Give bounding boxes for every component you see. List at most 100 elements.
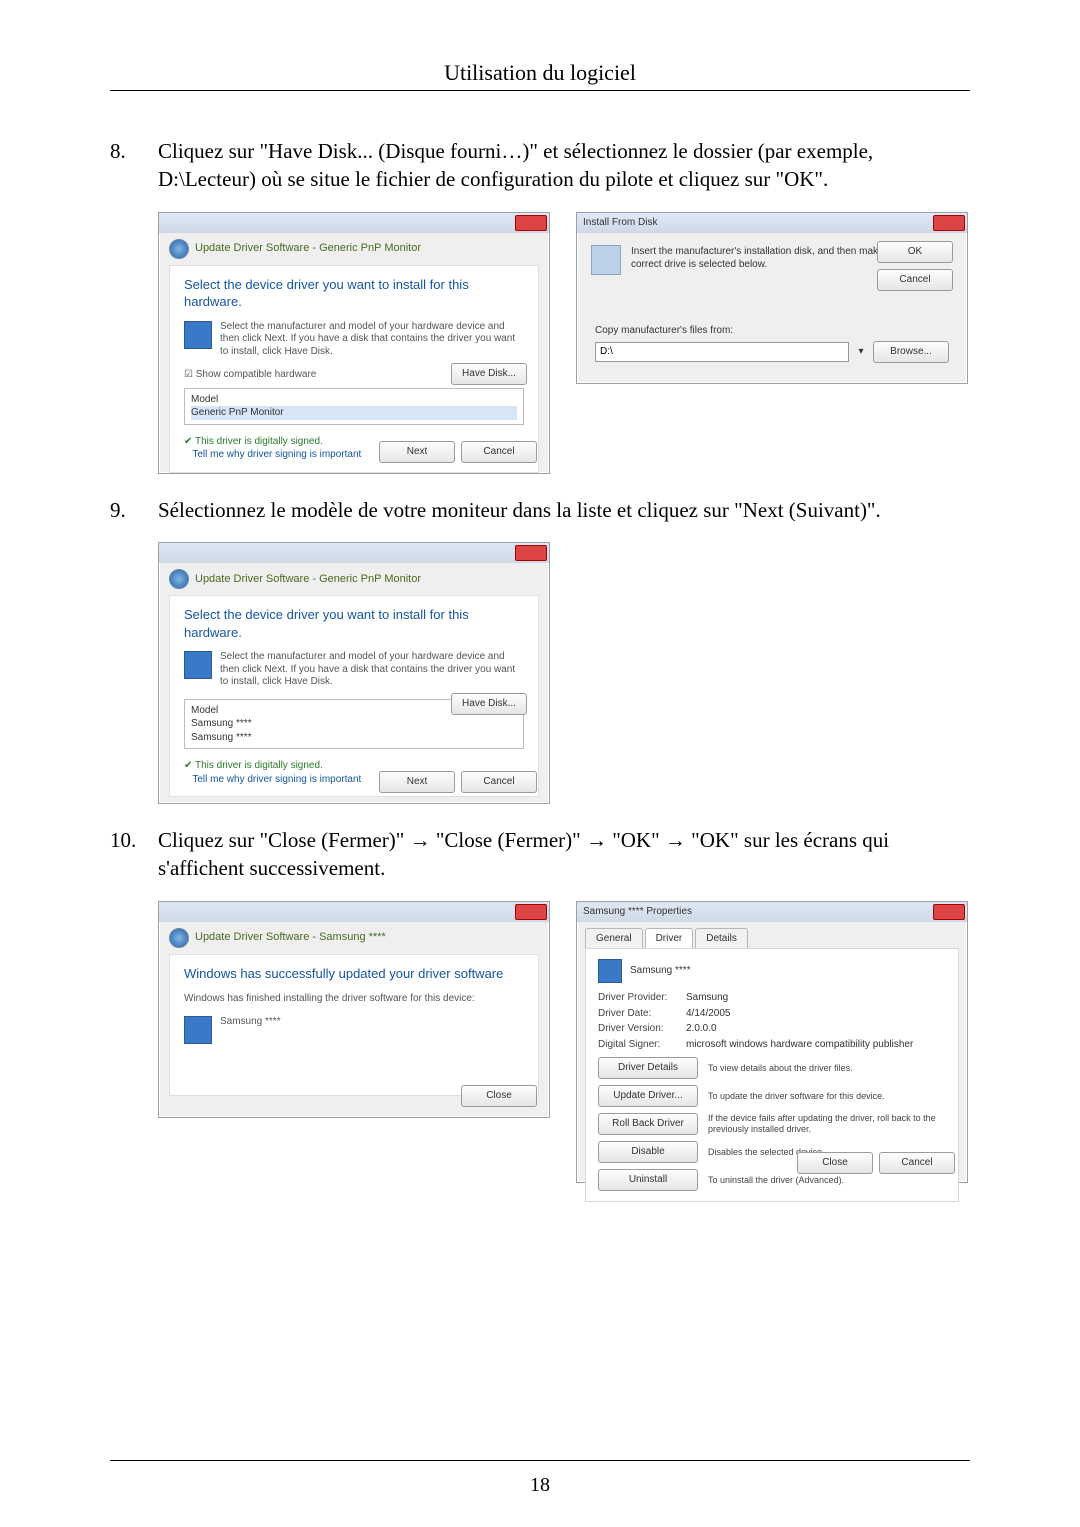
breadcrumb: Update Driver Software - Generic PnP Mon… (159, 563, 549, 595)
dialog-caption: Install From Disk (583, 216, 657, 230)
have-disk-button[interactable]: Have Disk... (451, 363, 527, 385)
info-key: Driver Date: (598, 1007, 686, 1021)
action-row: Update Driver... To update the driver sof… (598, 1085, 946, 1107)
step-10-figures: Update Driver Software - Samsung **** Wi… (158, 901, 970, 1183)
action-row: Roll Back Driver If the device fails afte… (598, 1113, 946, 1135)
tab-details[interactable]: Details (695, 928, 748, 949)
action-button[interactable]: Driver Details (598, 1057, 698, 1079)
info-key: Digital Signer: (598, 1038, 686, 1052)
footer-rule (110, 1460, 970, 1461)
close-icon[interactable] (515, 904, 547, 920)
action-desc: If the device fails after updating the d… (708, 1113, 946, 1135)
info-row: Digital Signer:microsoft windows hardwar… (598, 1038, 946, 1052)
path-input[interactable] (595, 342, 849, 362)
info-value: 4/14/2005 (686, 1007, 731, 1021)
signing-link[interactable]: Tell me why driver signing is important (192, 774, 361, 785)
action-button[interactable]: Uninstall (598, 1169, 698, 1191)
close-icon[interactable] (515, 215, 547, 231)
tab-general[interactable]: General (585, 928, 643, 949)
titlebar (159, 902, 549, 922)
action-desc: To uninstall the driver (Advanced). (708, 1175, 946, 1186)
action-desc: To view details about the driver files. (708, 1063, 946, 1074)
device-icon (184, 651, 212, 679)
model-item[interactable]: Samsung **** (191, 731, 517, 745)
ok-button[interactable]: OK (877, 241, 953, 263)
step-9: 9. Sélectionnez le modèle de votre monit… (110, 496, 970, 804)
step-text: Sélectionnez le modèle de votre moniteur… (158, 496, 970, 524)
model-item[interactable]: Samsung **** (191, 717, 517, 731)
step-8-figures: Update Driver Software - Generic PnP Mon… (158, 212, 970, 474)
info-value: Samsung (686, 991, 728, 1005)
tab-driver[interactable]: Driver (645, 928, 694, 949)
titlebar: Samsung **** Properties (577, 902, 967, 922)
step-number: 8. (110, 137, 158, 474)
device-properties-dialog: Samsung **** Properties General Driver D… (576, 901, 968, 1183)
breadcrumb: Update Driver Software - Generic PnP Mon… (159, 233, 549, 265)
step-9-figures: Update Driver Software - Generic PnP Mon… (158, 542, 970, 804)
page-header: Utilisation du logiciel (110, 60, 970, 86)
info-value: 2.0.0.0 (686, 1022, 717, 1036)
driver-updated-dialog: Update Driver Software - Samsung **** Wi… (158, 901, 550, 1118)
cancel-button[interactable]: Cancel (461, 441, 537, 463)
close-icon[interactable] (515, 545, 547, 561)
titlebar: Install From Disk (577, 213, 967, 233)
action-button[interactable]: Update Driver... (598, 1085, 698, 1107)
model-listbox[interactable]: Model Generic PnP Monitor (184, 388, 524, 425)
device-icon (184, 1016, 212, 1044)
info-value: microsoft windows hardware compatibility… (686, 1038, 913, 1052)
info-row: Driver Date:4/14/2005 (598, 1007, 946, 1021)
back-icon[interactable] (169, 239, 189, 259)
titlebar (159, 213, 549, 233)
back-icon[interactable] (169, 928, 189, 948)
dialog-hint: Select the manufacturer and model of you… (184, 321, 524, 359)
close-icon[interactable] (933, 904, 965, 920)
cancel-button[interactable]: Cancel (879, 1152, 955, 1174)
copy-from-label: Copy manufacturer's files from: (595, 324, 949, 338)
info-key: Driver Provider: (598, 991, 686, 1005)
install-from-disk-dialog: Install From Disk Insert the manufacture… (576, 212, 968, 384)
dialog-title: Select the device driver you want to ins… (184, 276, 524, 311)
breadcrumb: Update Driver Software - Samsung **** (159, 922, 549, 954)
dialog-sub: Windows has finished installing the driv… (184, 992, 524, 1006)
browse-button[interactable]: Browse... (873, 341, 949, 363)
step-number: 10. (110, 826, 158, 1183)
signing-link[interactable]: Tell me why driver signing is important (192, 449, 361, 460)
device-header: Samsung **** (598, 959, 946, 983)
close-button[interactable]: Close (797, 1152, 873, 1174)
step-text: Cliquez sur "Close (Fermer)" → "Close (F… (158, 826, 970, 883)
update-driver-dialog-2: Update Driver Software - Generic PnP Mon… (158, 542, 550, 804)
page-number: 18 (0, 1474, 1080, 1497)
info-row: Driver Version:2.0.0.0 (598, 1022, 946, 1036)
update-driver-dialog-1: Update Driver Software - Generic PnP Mon… (158, 212, 550, 474)
step-8: 8. Cliquez sur "Have Disk... (Disque fou… (110, 137, 970, 474)
cancel-button[interactable]: Cancel (877, 269, 953, 291)
dialog-hint: Select the manufacturer and model of you… (184, 651, 524, 689)
driver-info: Driver Provider:SamsungDriver Date:4/14/… (598, 991, 946, 1051)
header-rule (110, 90, 970, 91)
back-icon[interactable] (169, 569, 189, 589)
info-key: Driver Version: (598, 1022, 686, 1036)
action-button[interactable]: Roll Back Driver (598, 1113, 698, 1135)
cancel-button[interactable]: Cancel (461, 771, 537, 793)
next-button[interactable]: Next (379, 771, 455, 793)
action-desc: To update the driver software for this d… (708, 1091, 946, 1102)
crumb-text: Update Driver Software - Generic PnP Mon… (195, 241, 421, 256)
titlebar (159, 543, 549, 563)
model-item[interactable]: Generic PnP Monitor (191, 406, 517, 420)
close-icon[interactable] (933, 215, 965, 231)
step-10: 10. Cliquez sur "Close (Fermer)" → "Clos… (110, 826, 970, 1183)
device-icon (184, 321, 212, 349)
dialog-caption: Samsung **** Properties (583, 905, 692, 919)
action-row: Driver Details To view details about the … (598, 1057, 946, 1079)
dialog-title: Select the device driver you want to ins… (184, 606, 524, 641)
crumb-text: Update Driver Software - Samsung **** (195, 930, 386, 945)
action-button[interactable]: Disable (598, 1141, 698, 1163)
model-label: Model (191, 393, 517, 407)
dialog-title: Windows has successfully updated your dr… (184, 965, 524, 983)
step-list: 8. Cliquez sur "Have Disk... (Disque fou… (110, 137, 970, 1183)
have-disk-button[interactable]: Have Disk... (451, 693, 527, 715)
device-icon (598, 959, 622, 983)
info-row: Driver Provider:Samsung (598, 991, 946, 1005)
close-button[interactable]: Close (461, 1085, 537, 1107)
next-button[interactable]: Next (379, 441, 455, 463)
